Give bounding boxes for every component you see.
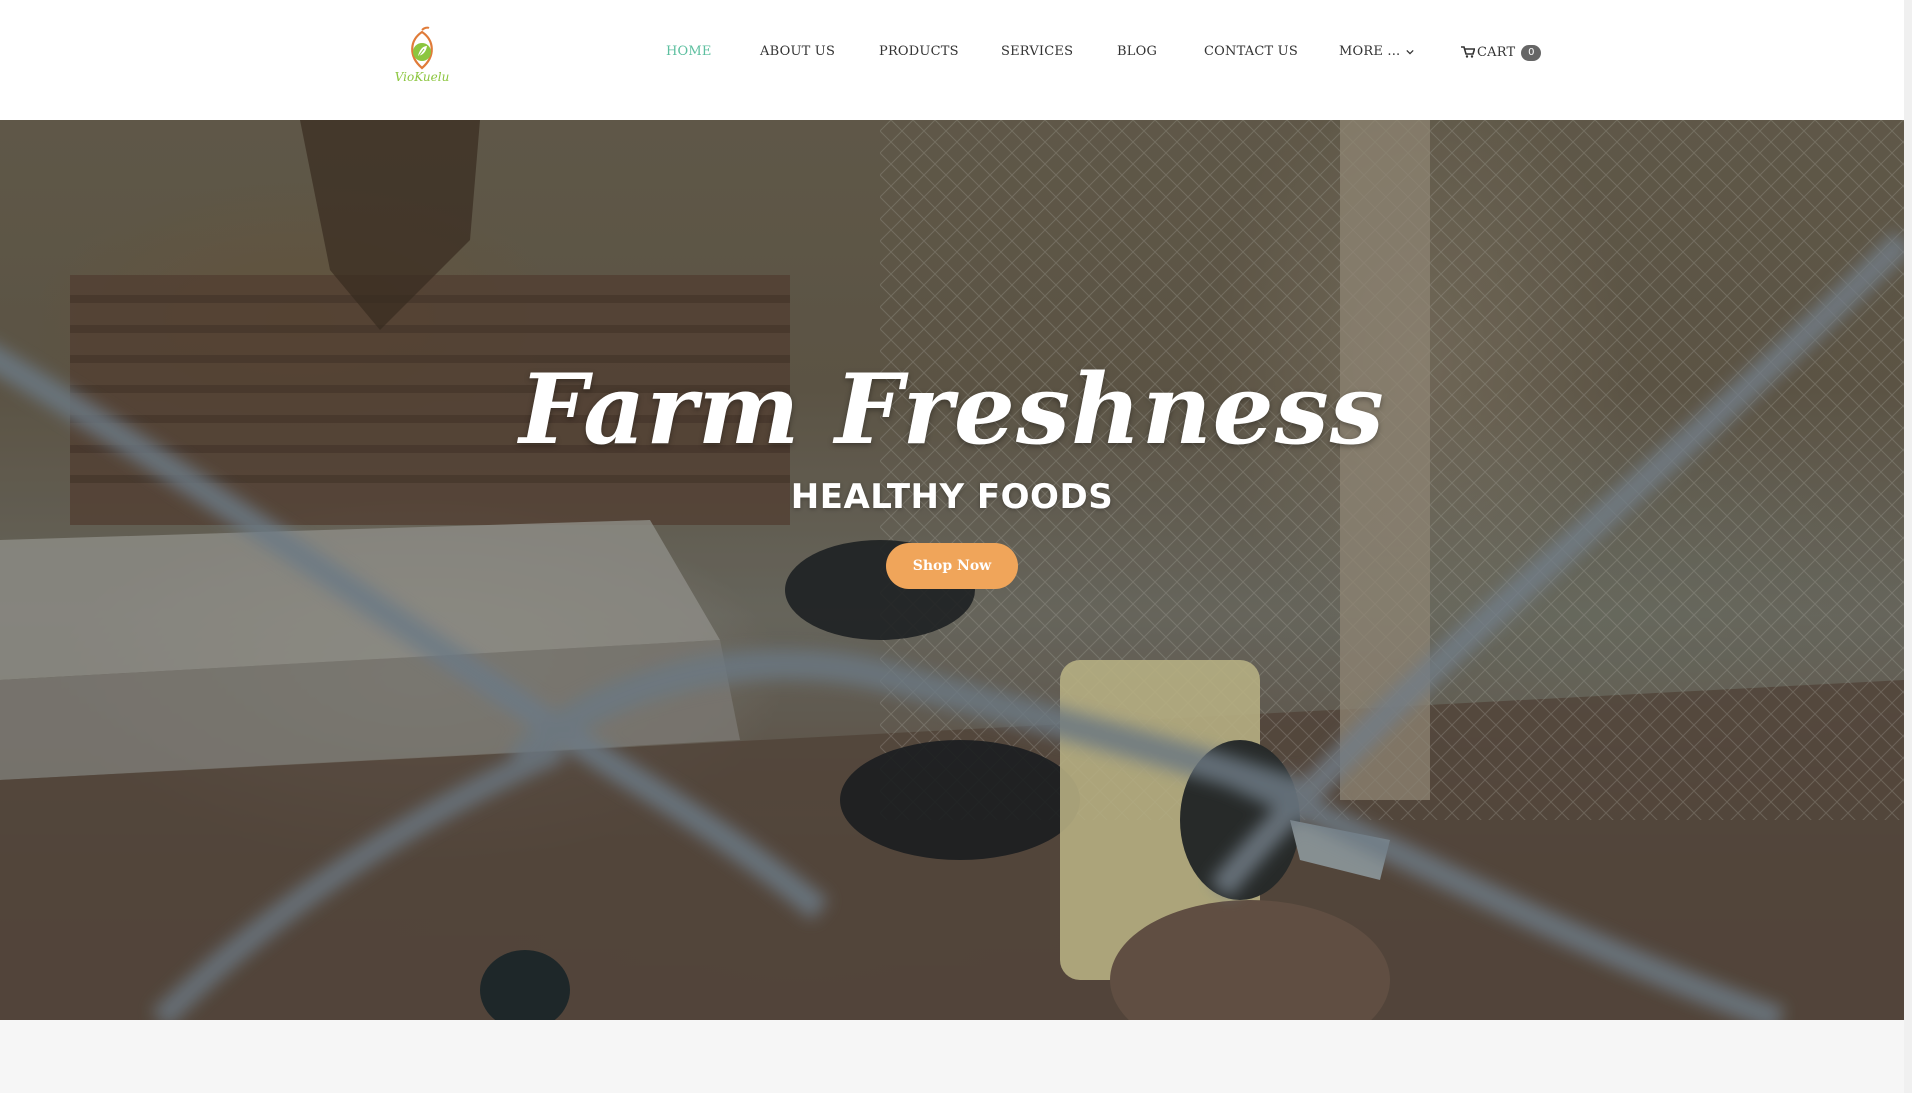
nav-item-contact-us[interactable]: CONTACT US — [1204, 44, 1298, 59]
vertical-scrollbar[interactable] — [1904, 0, 1912, 1093]
logo-text: VioKuelu — [394, 70, 450, 84]
hero-content: Farm Freshness HEALTHY FOODS Shop Now — [0, 353, 1904, 589]
chevron-down-icon — [1406, 49, 1415, 54]
cart-label: CART — [1477, 44, 1516, 60]
shopping-cart-icon — [1461, 46, 1475, 58]
hero-subtitle: HEALTHY FOODS — [790, 476, 1114, 517]
site-header: VioKuelu HOME ABOUT US PRODUCTS SERVICES… — [0, 0, 1904, 120]
nav-item-cart[interactable]: CART 0 — [1461, 44, 1542, 61]
hero-title: Farm Freshness — [519, 353, 1385, 466]
shop-now-button[interactable]: Shop Now — [886, 542, 1018, 589]
nav-item-more[interactable]: MORE ... — [1339, 44, 1415, 59]
cart-count-badge: 0 — [1521, 45, 1542, 61]
nav-more-label: MORE ... — [1339, 44, 1401, 59]
nav-item-about-us[interactable]: ABOUT US — [760, 44, 835, 59]
content-section-top — [0, 1020, 1904, 1093]
nav-item-services[interactable]: SERVICES — [1001, 44, 1073, 59]
hero-banner: Farm Freshness HEALTHY FOODS Shop Now — [0, 120, 1904, 1020]
page: VioKuelu HOME ABOUT US PRODUCTS SERVICES… — [0, 0, 1904, 1093]
nav-item-home[interactable]: HOME — [666, 44, 712, 59]
nav-item-products[interactable]: PRODUCTS — [879, 44, 959, 59]
main-nav: HOME ABOUT US PRODUCTS SERVICES BLOG CON… — [0, 44, 1904, 68]
nav-item-blog[interactable]: BLOG — [1117, 44, 1157, 59]
